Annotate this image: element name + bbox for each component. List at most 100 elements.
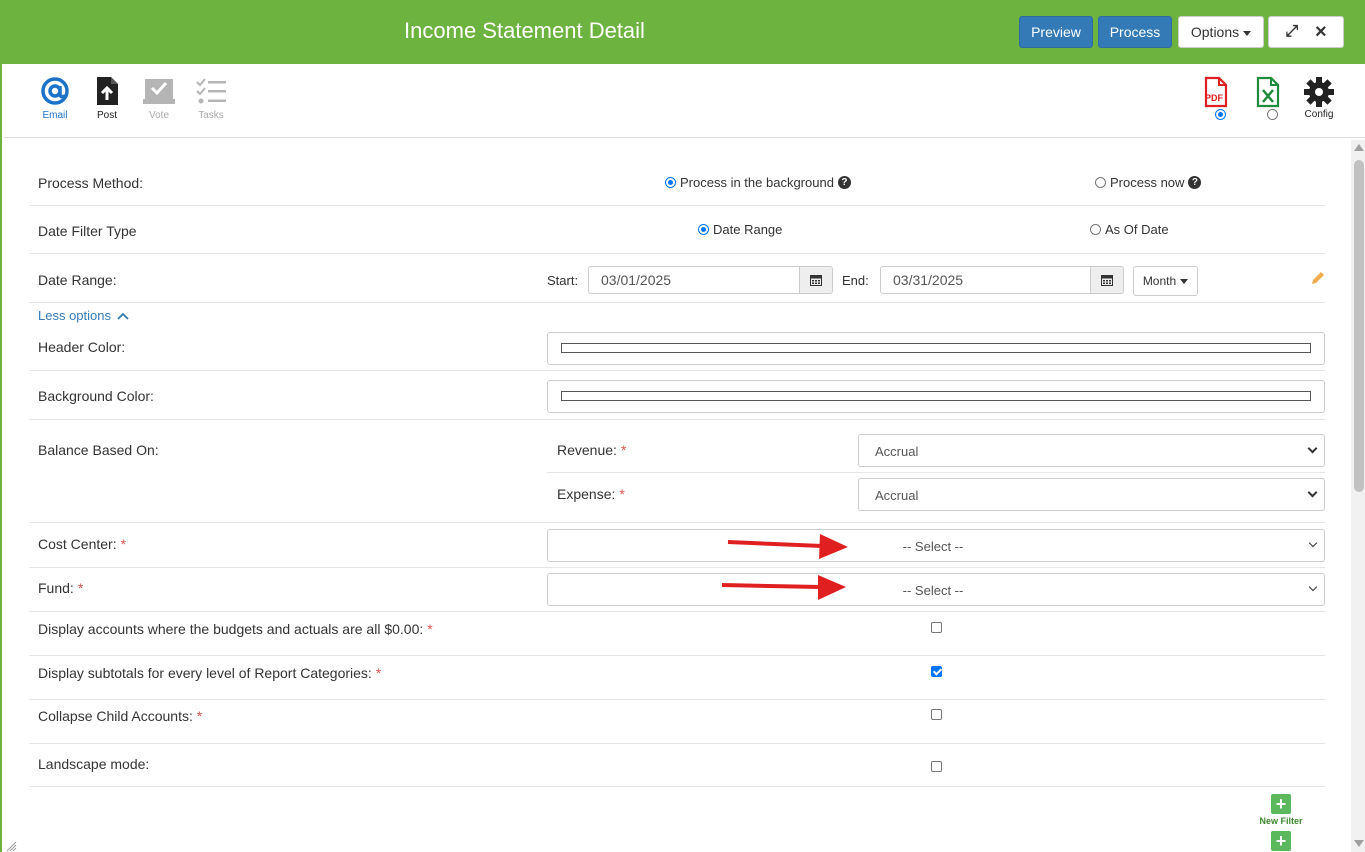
- scrollbar-thumb[interactable]: [1354, 160, 1364, 492]
- start-calendar-button[interactable]: [799, 266, 833, 294]
- resize-grip-icon[interactable]: [5, 840, 17, 852]
- period-dropdown-button[interactable]: Month: [1133, 266, 1198, 296]
- end-calendar-button[interactable]: [1090, 266, 1124, 294]
- pdf-export-option[interactable]: PDF: [1195, 76, 1235, 123]
- end-label: End:: [842, 273, 869, 288]
- collapse-child-label: Collapse Child Accounts: *: [38, 708, 203, 724]
- date-range-label: Date Range:: [38, 272, 117, 288]
- revenue-select-value: Accrual: [875, 444, 919, 459]
- process-button[interactable]: Process: [1098, 16, 1172, 48]
- date-range-option[interactable]: Date Range: [698, 222, 782, 237]
- expense-select[interactable]: Accrual: [858, 478, 1325, 511]
- expand-icon[interactable]: ⤢: [1285, 17, 1298, 47]
- fund-select-value: -- Select --: [902, 583, 964, 598]
- display-subtotals-row: Display subtotals for every level of Rep…: [29, 656, 1325, 700]
- close-icon[interactable]: ×: [1315, 17, 1327, 47]
- tasks-label: Tasks: [198, 110, 224, 121]
- process-background-radio[interactable]: [665, 177, 676, 188]
- balance-divider: [547, 472, 1325, 473]
- caret-down-icon: [1243, 30, 1252, 36]
- chevron-up-icon: [116, 312, 129, 320]
- action-toolbar: Email Post Vote Tasks PDF Config: [4, 64, 1365, 138]
- less-options-toggle[interactable]: Less options: [38, 308, 129, 323]
- collapse-child-checkbox[interactable]: [931, 709, 942, 720]
- excel-radio[interactable]: [1266, 109, 1278, 120]
- vote-tool[interactable]: Vote: [139, 76, 179, 121]
- as-of-date-label: As Of Date: [1105, 222, 1169, 237]
- config-tool[interactable]: Config: [1299, 76, 1339, 120]
- preview-button[interactable]: Preview: [1019, 16, 1093, 48]
- header-color-swatch: [561, 343, 1311, 353]
- date-range-row: Date Range: Start: 03/01/2025 End: 03/31…: [29, 254, 1325, 303]
- header-color-picker[interactable]: [547, 332, 1325, 365]
- email-label: Email: [42, 110, 68, 121]
- help-icon[interactable]: ?: [1188, 176, 1202, 189]
- less-options-label: Less options: [38, 308, 111, 323]
- file-upload-icon: [97, 77, 118, 105]
- scroll-down-arrow[interactable]: [1354, 840, 1364, 847]
- new-filter-label: New Filter: [1259, 816, 1303, 826]
- red-arrow-annotation: [721, 575, 846, 600]
- window-controls: ⤢ ×: [1268, 16, 1344, 48]
- cost-center-label: Cost Center: *: [38, 536, 127, 552]
- background-color-label: Background Color:: [38, 388, 154, 404]
- gear-icon: [1304, 77, 1334, 107]
- pdf-radio[interactable]: [1214, 109, 1226, 120]
- post-label: Post: [96, 110, 117, 121]
- vote-label: Vote: [148, 110, 170, 121]
- process-now-option[interactable]: Process now ?: [1095, 175, 1202, 190]
- date-range-radio[interactable]: [698, 224, 709, 235]
- chevron-down-icon: [1307, 443, 1318, 454]
- pdf-file-icon: PDF: [1204, 76, 1228, 108]
- collapse-child-row: Collapse Child Accounts: *: [29, 700, 1325, 744]
- email-tool[interactable]: Email: [35, 76, 75, 121]
- period-label: Month: [1142, 274, 1177, 288]
- background-color-picker[interactable]: [547, 380, 1325, 413]
- background-color-swatch: [561, 391, 1311, 401]
- process-background-option[interactable]: Process in the background ?: [665, 175, 851, 190]
- display-subtotals-label: Display subtotals for every level of Rep…: [38, 665, 382, 681]
- cost-center-select[interactable]: -- Select --: [547, 529, 1325, 562]
- start-label: Start:: [547, 273, 579, 288]
- caret-down-icon: [1180, 279, 1189, 285]
- date-filter-type-row: Date Filter Type Date Range As Of Date: [29, 206, 1325, 254]
- expense-select-value: Accrual: [875, 488, 919, 503]
- expense-label: Expense: *: [557, 486, 625, 502]
- date-filter-type-label: Date Filter Type: [38, 223, 137, 239]
- as-of-date-option[interactable]: As Of Date: [1090, 222, 1169, 237]
- excel-file-icon: [1256, 76, 1280, 108]
- config-label: Config: [1304, 109, 1334, 120]
- add-filter-button-secondary[interactable]: +: [1271, 831, 1291, 851]
- revenue-label: Revenue: *: [557, 442, 627, 458]
- window-header: Income Statement Detail Preview Process …: [2, 0, 1365, 64]
- process-now-radio[interactable]: [1095, 177, 1106, 188]
- tasks-tool[interactable]: Tasks: [191, 76, 231, 121]
- as-of-date-radio[interactable]: [1090, 224, 1101, 235]
- pencil-icon[interactable]: [1311, 271, 1325, 285]
- display-subtotals-checkbox[interactable]: [931, 666, 942, 677]
- header-color-label: Header Color:: [38, 339, 126, 355]
- landscape-mode-checkbox[interactable]: [931, 761, 942, 772]
- scroll-up-arrow[interactable]: [1354, 144, 1364, 151]
- help-icon[interactable]: ?: [837, 176, 851, 189]
- add-filter-button[interactable]: +: [1271, 794, 1291, 814]
- at-sign-icon: [41, 77, 69, 105]
- balance-based-on-label: Balance Based On:: [38, 442, 159, 458]
- post-tool[interactable]: Post: [87, 76, 127, 121]
- options-label: Options: [1190, 24, 1240, 40]
- revenue-select[interactable]: Accrual: [858, 434, 1325, 467]
- display-zero-accounts-checkbox[interactable]: [931, 622, 942, 633]
- process-method-row: Process Method: Process in the backgroun…: [29, 158, 1325, 206]
- date-range-option-label: Date Range: [713, 222, 783, 237]
- red-arrow-annotation: [727, 534, 848, 559]
- landscape-mode-label: Landscape mode:: [38, 756, 150, 772]
- end-date-input[interactable]: 03/31/2025: [880, 266, 1091, 294]
- process-background-label: Process in the background: [680, 175, 834, 190]
- start-date-input[interactable]: 03/01/2025: [588, 266, 800, 294]
- excel-export-option[interactable]: [1247, 76, 1287, 123]
- fund-select[interactable]: -- Select --: [547, 573, 1325, 606]
- options-dropdown-button[interactable]: Options: [1178, 16, 1264, 48]
- fund-label: Fund: *: [38, 580, 84, 596]
- task-list-icon: [196, 78, 226, 104]
- calendar-icon: [810, 275, 822, 286]
